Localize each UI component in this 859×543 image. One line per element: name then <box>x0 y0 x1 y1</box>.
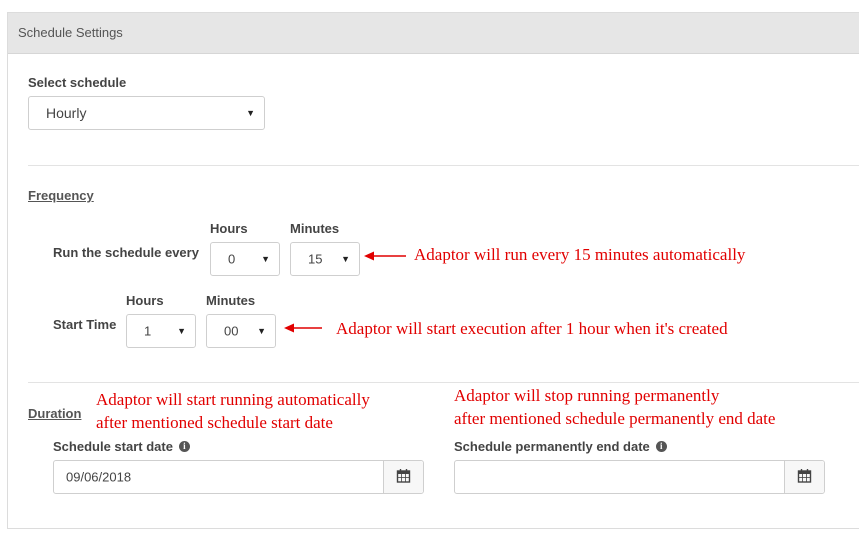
start-date-annotation-line2: after mentioned schedule start date <box>96 413 333 432</box>
caret-down-icon: ▼ <box>261 254 270 264</box>
start-date-calendar-button[interactable] <box>383 461 423 493</box>
end-date-input[interactable] <box>454 460 825 494</box>
calendar-icon <box>396 469 411 483</box>
run-every-minutes-label: Minutes <box>290 221 340 236</box>
caret-down-icon: ▼ <box>341 254 350 264</box>
end-date-label: Schedule permanently end date <box>454 439 650 454</box>
run-every-hours-value: 0 <box>228 251 236 267</box>
start-date-input[interactable]: 09/06/2018 <box>53 460 424 494</box>
run-every-label: Run the schedule every <box>53 245 199 260</box>
start-time-hours-label: Hours <box>126 293 164 308</box>
caret-down-icon: ▼ <box>177 326 186 336</box>
start-date-label: Schedule start date <box>53 439 173 454</box>
divider <box>28 382 859 383</box>
start-time-minutes-label: Minutes <box>206 293 256 308</box>
run-every-hours-select[interactable]: 0 ▼ <box>210 242 280 276</box>
arrow-left-icon <box>284 323 322 333</box>
schedule-select[interactable]: Hourly ▼ <box>28 96 265 130</box>
start-date-value: 09/06/2018 <box>66 469 132 485</box>
start-time-hours-value: 1 <box>144 323 152 339</box>
end-date-annotation-line1: Adaptor will stop running permanently <box>454 386 720 405</box>
end-date-annotation-line2: after mentioned schedule permanently end… <box>454 409 776 428</box>
panel-title: Schedule Settings <box>18 25 123 40</box>
end-date-calendar-button[interactable] <box>784 461 824 493</box>
start-time-annotation: Adaptor will start execution after 1 hou… <box>336 319 728 338</box>
arrow-left-icon <box>364 251 406 261</box>
info-icon: i <box>655 441 667 453</box>
end-date-label-group: Schedule permanently end date i <box>454 439 667 454</box>
panel-header: Schedule Settings <box>8 13 859 54</box>
start-date-label-group: Schedule start date i <box>53 439 190 454</box>
info-icon: i <box>178 441 190 453</box>
select-schedule-label: Select schedule <box>28 75 127 90</box>
start-time-label: Start Time <box>53 317 117 332</box>
caret-down-icon: ▼ <box>257 326 266 336</box>
schedule-select-value: Hourly <box>46 105 87 121</box>
start-date-annotation-line1: Adaptor will start running automatically <box>96 390 370 409</box>
start-time-minutes-select[interactable]: 00 ▼ <box>206 314 276 348</box>
run-every-annotation: Adaptor will run every 15 minutes automa… <box>414 245 746 264</box>
run-every-hours-label: Hours <box>210 221 248 236</box>
duration-section-title: Duration <box>28 406 82 421</box>
start-time-minutes-value: 00 <box>224 323 239 339</box>
frequency-section-title: Frequency <box>28 188 94 203</box>
start-time-hours-select[interactable]: 1 ▼ <box>126 314 196 348</box>
caret-down-icon: ▼ <box>246 108 255 118</box>
calendar-icon <box>797 469 812 483</box>
run-every-minutes-select[interactable]: 15 ▼ <box>290 242 360 276</box>
divider <box>28 165 859 166</box>
run-every-minutes-value: 15 <box>308 251 323 267</box>
